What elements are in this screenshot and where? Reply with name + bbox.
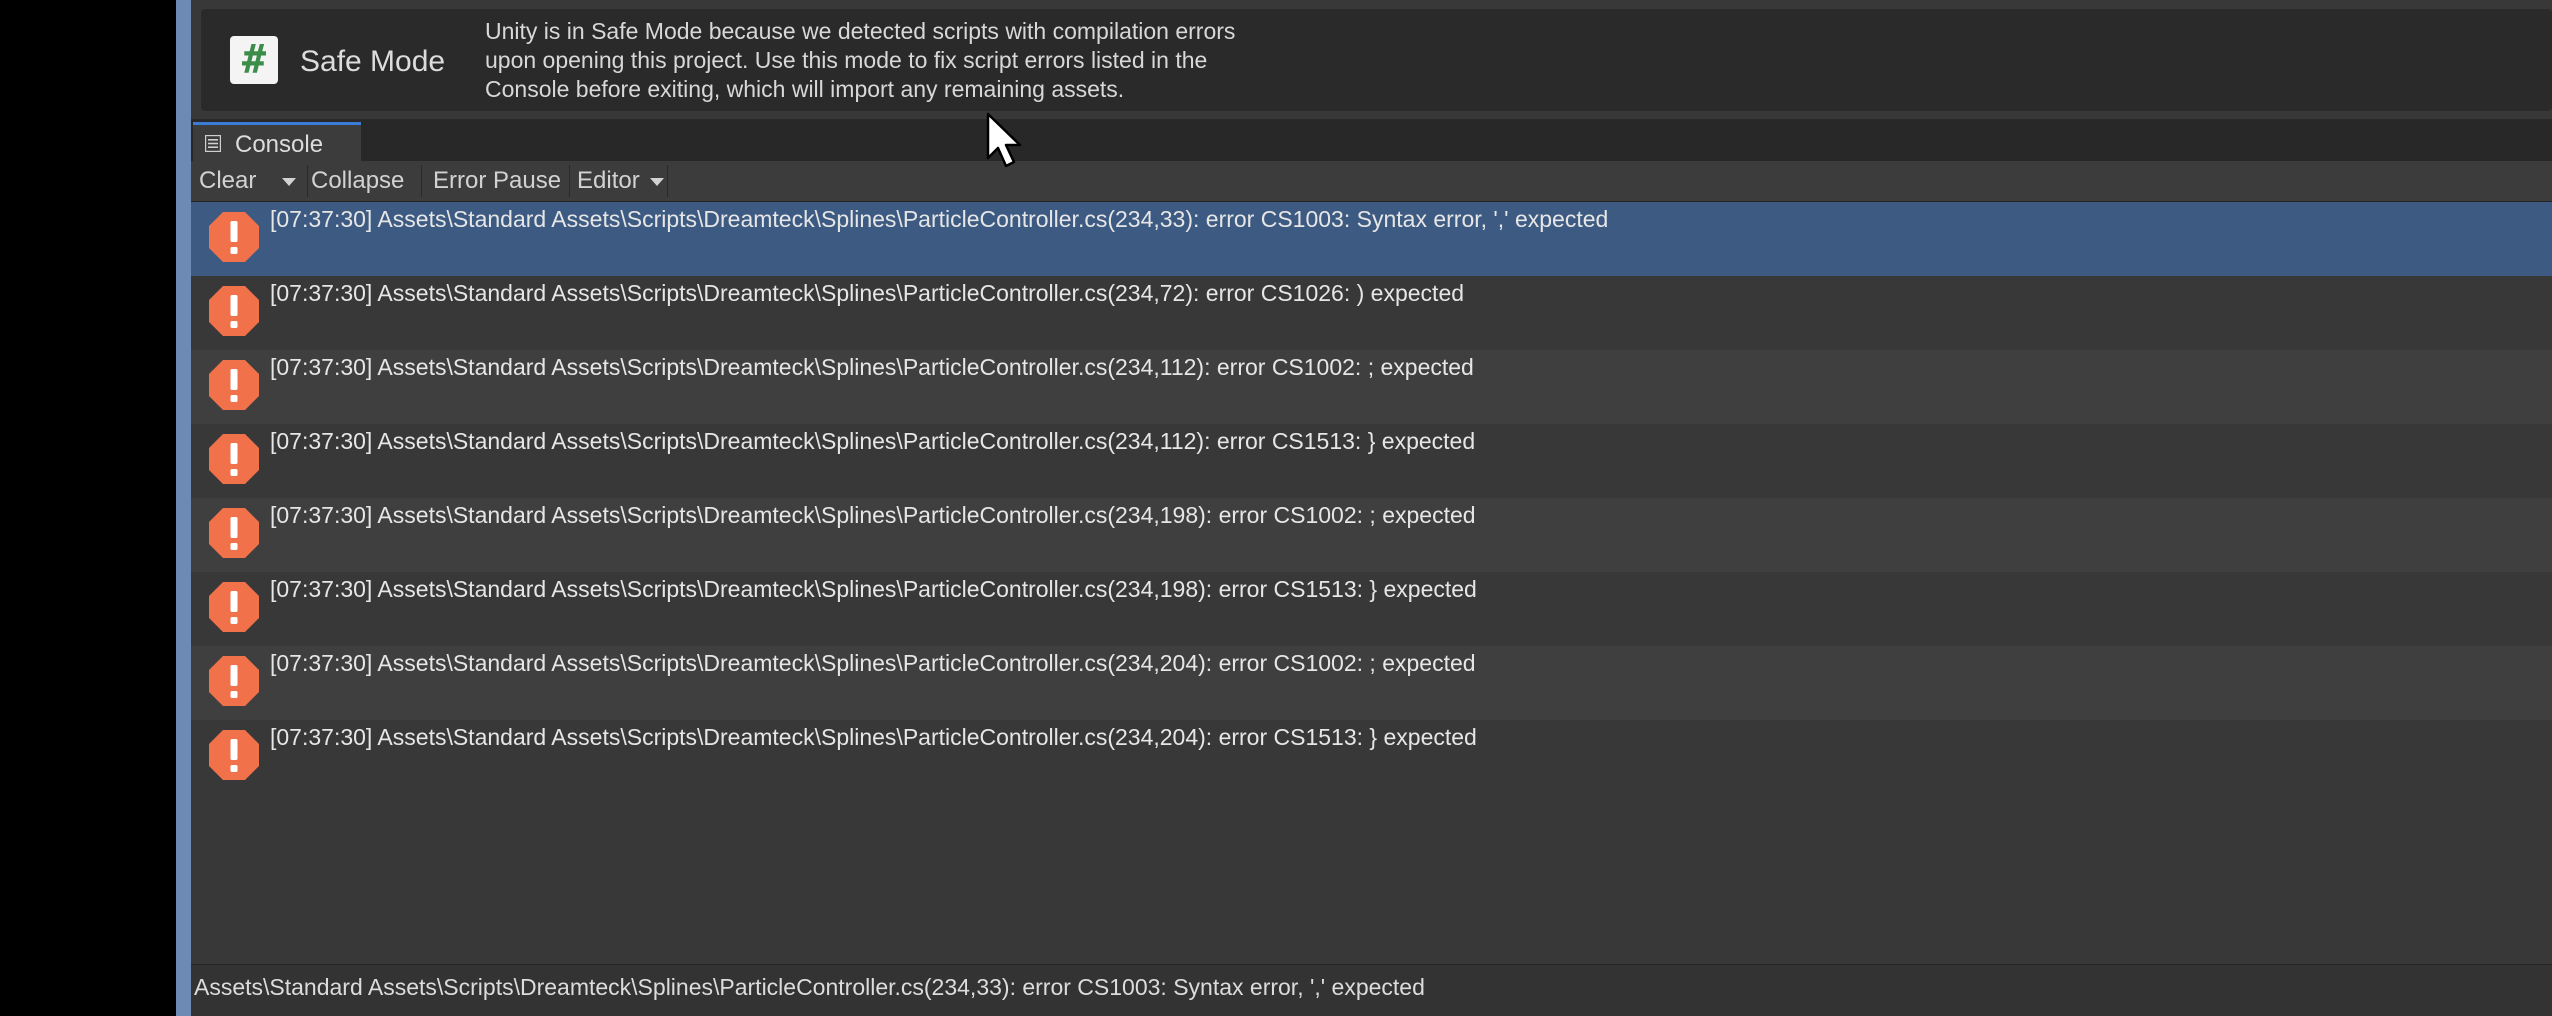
error-icon — [209, 360, 259, 410]
safe-mode-title: Safe Mode — [300, 45, 446, 78]
tab-console-label: Console — [235, 131, 324, 158]
error-icon — [209, 434, 259, 484]
hash-icon: # — [230, 36, 278, 84]
log-entry-text: [07:37:30] Assets\Standard Assets\Script… — [270, 280, 1465, 306]
console-status-bar: Assets\Standard Assets\Scripts\Dreamteck… — [191, 964, 2552, 1016]
console-toolbar: Clear Collapse Error Pause Editor — [191, 161, 2552, 202]
clear-options-dropdown[interactable] — [275, 161, 303, 201]
toolbar-divider — [569, 165, 570, 197]
tab-bar: Console — [191, 119, 2552, 161]
tab-console[interactable]: Console — [193, 122, 361, 161]
log-entry[interactable]: [07:37:30] Assets\Standard Assets\Script… — [191, 646, 2552, 720]
error-icon — [209, 582, 259, 632]
toolbar-divider — [667, 165, 668, 197]
error-icon — [209, 730, 259, 780]
unity-editor-window: # Safe Mode Unity is in Safe Mode becaus… — [191, 0, 2552, 1016]
console-list-icon — [205, 135, 221, 152]
log-entry-text: [07:37:30] Assets\Standard Assets\Script… — [270, 206, 1609, 232]
log-entry-text: [07:37:30] Assets\Standard Assets\Script… — [270, 428, 1476, 454]
safe-mode-message-line: Unity is in Safe Mode because we detecte… — [485, 18, 1236, 44]
toolbar-divider — [421, 165, 422, 197]
window-edge-strip — [176, 0, 191, 1016]
status-message: Assets\Standard Assets\Scripts\Dreamteck… — [194, 974, 1425, 1000]
log-entry-text: [07:37:30] Assets\Standard Assets\Script… — [270, 502, 1476, 528]
screen: # Safe Mode Unity is in Safe Mode becaus… — [0, 0, 2552, 1016]
editor-dropdown[interactable]: Editor — [577, 161, 665, 201]
clear-button[interactable]: Clear — [199, 161, 256, 201]
safe-mode-message: Unity is in Safe Mode because we detecte… — [485, 17, 1385, 104]
safe-mode-message-line: upon opening this project. Use this mode… — [485, 47, 1208, 73]
mouse-cursor-icon — [986, 112, 1022, 168]
error-pause-button[interactable]: Error Pause — [433, 161, 561, 201]
console-log-list: [07:37:30] Assets\Standard Assets\Script… — [191, 202, 2552, 964]
log-entry-text: [07:37:30] Assets\Standard Assets\Script… — [270, 650, 1476, 676]
editor-dropdown-label: Editor — [577, 167, 640, 194]
toolbar-divider — [307, 165, 308, 197]
safe-mode-banner: # Safe Mode Unity is in Safe Mode becaus… — [201, 9, 2552, 111]
log-entry[interactable]: [07:37:30] Assets\Standard Assets\Script… — [191, 350, 2552, 424]
chevron-down-icon — [282, 177, 296, 186]
log-entry-text: [07:37:30] Assets\Standard Assets\Script… — [270, 354, 1474, 380]
chevron-down-icon — [650, 177, 665, 186]
collapse-button[interactable]: Collapse — [311, 161, 404, 201]
log-entry[interactable]: [07:37:30] Assets\Standard Assets\Script… — [191, 720, 2552, 794]
error-icon — [209, 656, 259, 706]
log-entry[interactable]: [07:37:30] Assets\Standard Assets\Script… — [191, 202, 2552, 276]
error-icon — [209, 212, 259, 262]
error-icon — [209, 286, 259, 336]
error-icon — [209, 508, 259, 558]
log-entry-text: [07:37:30] Assets\Standard Assets\Script… — [270, 576, 1477, 602]
log-entry-text: [07:37:30] Assets\Standard Assets\Script… — [270, 724, 1477, 750]
log-entry[interactable]: [07:37:30] Assets\Standard Assets\Script… — [191, 424, 2552, 498]
log-entry[interactable]: [07:37:30] Assets\Standard Assets\Script… — [191, 276, 2552, 350]
log-entry[interactable]: [07:37:30] Assets\Standard Assets\Script… — [191, 498, 2552, 572]
safe-mode-message-line: Console before exiting, which will impor… — [485, 76, 1125, 102]
log-entry[interactable]: [07:37:30] Assets\Standard Assets\Script… — [191, 572, 2552, 646]
